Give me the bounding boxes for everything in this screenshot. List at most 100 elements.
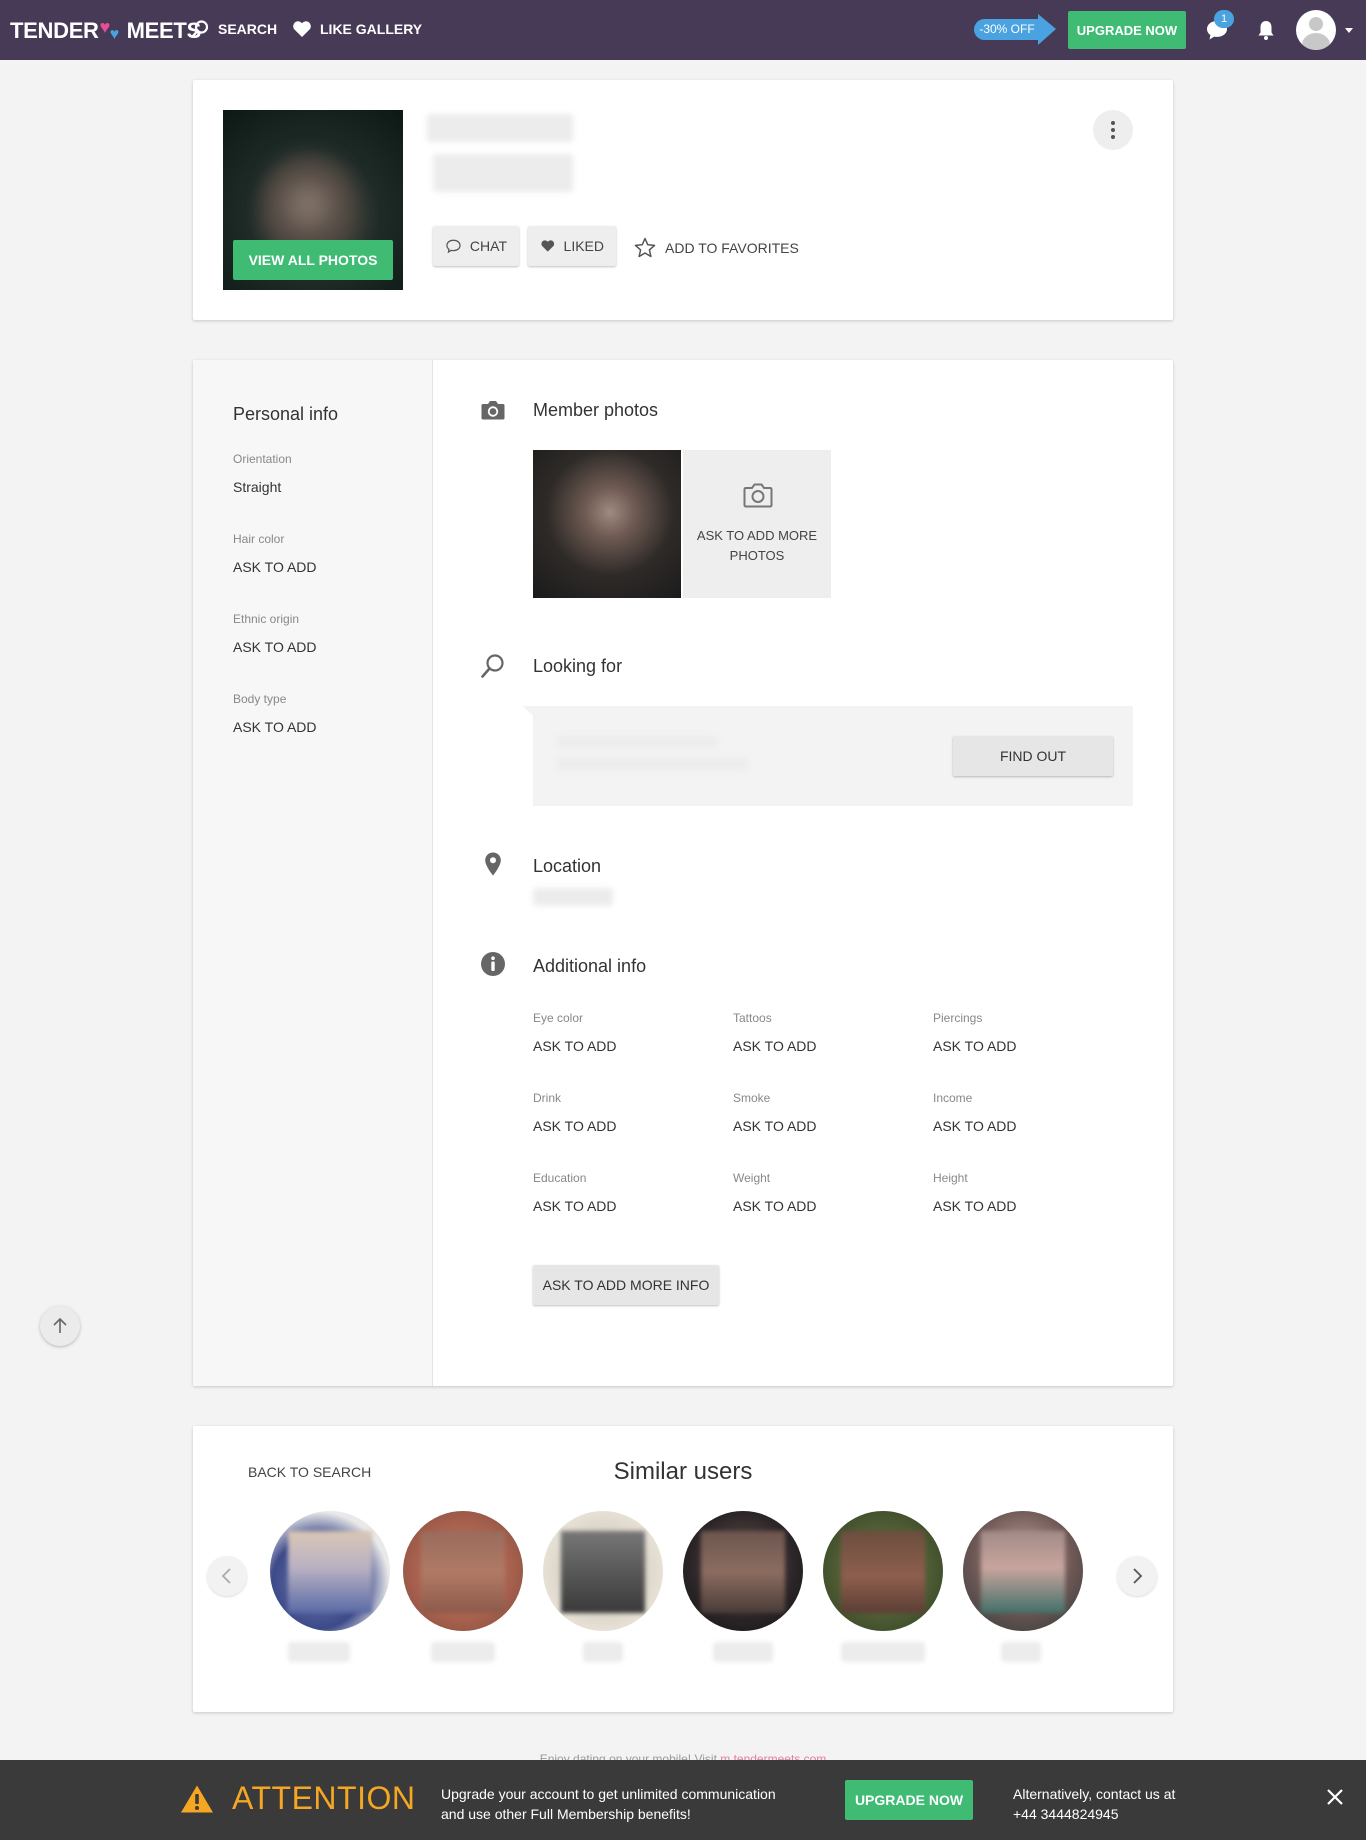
piercings-ask-link[interactable]: ASK TO ADD <box>933 1038 1017 1054</box>
logo-text-left: TENDER <box>10 18 99 43</box>
additional-info-title: Additional info <box>533 956 647 976</box>
member-photos-title: Member photos <box>533 400 659 420</box>
profile-photo[interactable]: VIEW ALL PHOTOS <box>223 110 403 290</box>
add-to-favorites-button[interactable]: ADD TO FAVORITES <box>633 236 799 260</box>
similar-user-avatar[interactable] <box>403 1511 523 1631</box>
height-ask-link[interactable]: ASK TO ADD <box>933 1198 1017 1214</box>
smoke-ask-link[interactable]: ASK TO ADD <box>733 1118 817 1134</box>
similar-users-card: BACK TO SEARCH Similar users <box>193 1426 1173 1712</box>
similar-user-name-blurred <box>841 1642 925 1662</box>
ask-to-add-more-info-button[interactable]: ASK TO ADD MORE INFO <box>533 1265 719 1305</box>
looking-for-text-blurred <box>557 736 717 748</box>
attention-banner: ATTENTION Upgrade your account to get un… <box>0 1760 1366 1840</box>
education-ask-link[interactable]: ASK TO ADD <box>533 1198 617 1214</box>
chevron-right-icon <box>1133 1568 1143 1584</box>
ethnic-origin-label: Ethnic origin <box>233 612 300 626</box>
site-logo[interactable]: TENDER ♥ ♥ MEETS <box>10 18 201 44</box>
chevron-down-icon[interactable] <box>1345 28 1353 33</box>
profile-card: VIEW ALL PHOTOS CHAT LIKED ADD TO FAVORI… <box>193 80 1173 320</box>
attention-contact: Alternatively, contact us at +44 3444824… <box>1013 1784 1203 1824</box>
logo-hearts-icon: ♥ ♥ <box>99 17 120 43</box>
tattoos-ask-link[interactable]: ASK TO ADD <box>733 1038 817 1054</box>
messages-count-badge: 1 <box>1214 10 1234 28</box>
similar-user-avatar[interactable] <box>270 1511 390 1631</box>
upgrade-now-button[interactable]: UPGRADE NOW <box>1068 11 1186 49</box>
similar-user-name-blurred <box>713 1642 773 1662</box>
search-icon <box>481 654 504 678</box>
carousel-prev-button[interactable] <box>207 1556 247 1596</box>
camera-icon <box>743 483 773 508</box>
orientation-label: Orientation <box>233 452 292 466</box>
orientation-value: Straight <box>233 479 282 495</box>
hair-color-ask-link[interactable]: ASK TO ADD <box>233 559 317 575</box>
attention-message: Upgrade your account to get unlimited co… <box>441 1784 801 1824</box>
similar-user-avatar[interactable] <box>823 1511 943 1631</box>
member-photo-thumbnail[interactable] <box>533 450 681 598</box>
bell-icon[interactable] <box>1253 17 1279 43</box>
similar-user-name-blurred <box>431 1642 495 1662</box>
weight-ask-link[interactable]: ASK TO ADD <box>733 1198 817 1214</box>
top-navigation-bar: TENDER ♥ ♥ MEETS SEARCH LIKE GALLERY -30%… <box>0 0 1366 60</box>
attention-upgrade-now-button[interactable]: UPGRADE NOW <box>845 1780 973 1820</box>
income-ask-link[interactable]: ASK TO ADD <box>933 1118 1017 1134</box>
drink-label: Drink <box>533 1091 562 1105</box>
ask-more-photos-label: ASK TO ADD MORE PHOTOS <box>696 528 818 563</box>
liked-button[interactable]: LIKED <box>528 226 616 266</box>
scroll-to-top-button[interactable] <box>40 1306 80 1346</box>
nav-like-gallery[interactable]: LIKE GALLERY <box>292 19 422 39</box>
similar-user-name-blurred <box>583 1642 623 1662</box>
profile-details-card: Personal info Orientation Straight Hair … <box>193 360 1173 1386</box>
discount-arrow-icon <box>1038 14 1056 45</box>
attention-title: ATTENTION <box>232 1780 416 1816</box>
find-out-button[interactable]: FIND OUT <box>953 736 1113 776</box>
more-options-button[interactable] <box>1093 110 1133 150</box>
similar-user-name-blurred <box>1001 1642 1041 1662</box>
height-label: Height <box>933 1171 968 1185</box>
location-title: Location <box>533 856 602 876</box>
hair-color-label: Hair color <box>233 532 285 546</box>
chat-label: CHAT <box>469 238 507 254</box>
close-icon[interactable] <box>1326 1788 1344 1806</box>
location-pin-icon <box>485 852 501 876</box>
chevron-left-icon <box>221 1568 231 1584</box>
similar-user-avatar[interactable] <box>963 1511 1083 1631</box>
warning-icon <box>181 1785 213 1813</box>
profile-name-blurred <box>427 114 573 142</box>
add-to-favorites-label: ADD TO FAVORITES <box>665 240 799 256</box>
piercings-label: Piercings <box>933 1011 983 1025</box>
location-value-blurred <box>533 888 613 906</box>
heart-icon <box>541 240 555 252</box>
drink-ask-link[interactable]: ASK TO ADD <box>533 1118 617 1134</box>
weight-label: Weight <box>733 1171 771 1185</box>
eye-color-label: Eye color <box>533 1011 584 1025</box>
body-type-ask-link[interactable]: ASK TO ADD <box>233 719 317 735</box>
arrow-up-icon <box>53 1317 67 1333</box>
chat-button[interactable]: CHAT <box>433 226 519 266</box>
looking-for-title: Looking for <box>533 656 623 676</box>
eye-color-ask-link[interactable]: ASK TO ADD <box>533 1038 617 1054</box>
tattoos-label: Tattoos <box>733 1011 772 1025</box>
attention-contact-line1: Alternatively, contact us at <box>1013 1786 1176 1802</box>
discount-label: -30% OFF <box>974 19 1040 40</box>
nav-search-label: SEARCH <box>218 21 278 37</box>
user-avatar[interactable] <box>1296 10 1336 50</box>
ethnic-origin-ask-link[interactable]: ASK TO ADD <box>233 639 317 655</box>
similar-user-avatar[interactable] <box>683 1511 803 1631</box>
view-all-photos-button[interactable]: VIEW ALL PHOTOS <box>233 240 393 280</box>
similar-user-avatar[interactable] <box>543 1511 663 1631</box>
income-label: Income <box>933 1091 973 1105</box>
body-type-label: Body type <box>233 692 287 706</box>
discount-badge[interactable]: -30% OFF <box>974 14 1056 45</box>
personal-info-title: Personal info <box>233 404 339 424</box>
ask-to-add-more-photos-button[interactable]: ASK TO ADD MORE PHOTOS <box>683 450 831 598</box>
chat-bubble-icon <box>446 239 461 254</box>
carousel-next-button[interactable] <box>1117 1556 1157 1596</box>
liked-label: LIKED <box>563 238 604 254</box>
nav-search[interactable]: SEARCH <box>190 19 277 39</box>
camera-icon <box>481 401 505 420</box>
nav-like-gallery-label: LIKE GALLERY <box>320 21 423 37</box>
star-icon <box>634 237 656 258</box>
attention-message-line2: and use other Full Membership benefits! <box>441 1806 691 1822</box>
attention-contact-phone: +44 3444824945 <box>1013 1806 1119 1822</box>
search-icon <box>191 20 209 38</box>
